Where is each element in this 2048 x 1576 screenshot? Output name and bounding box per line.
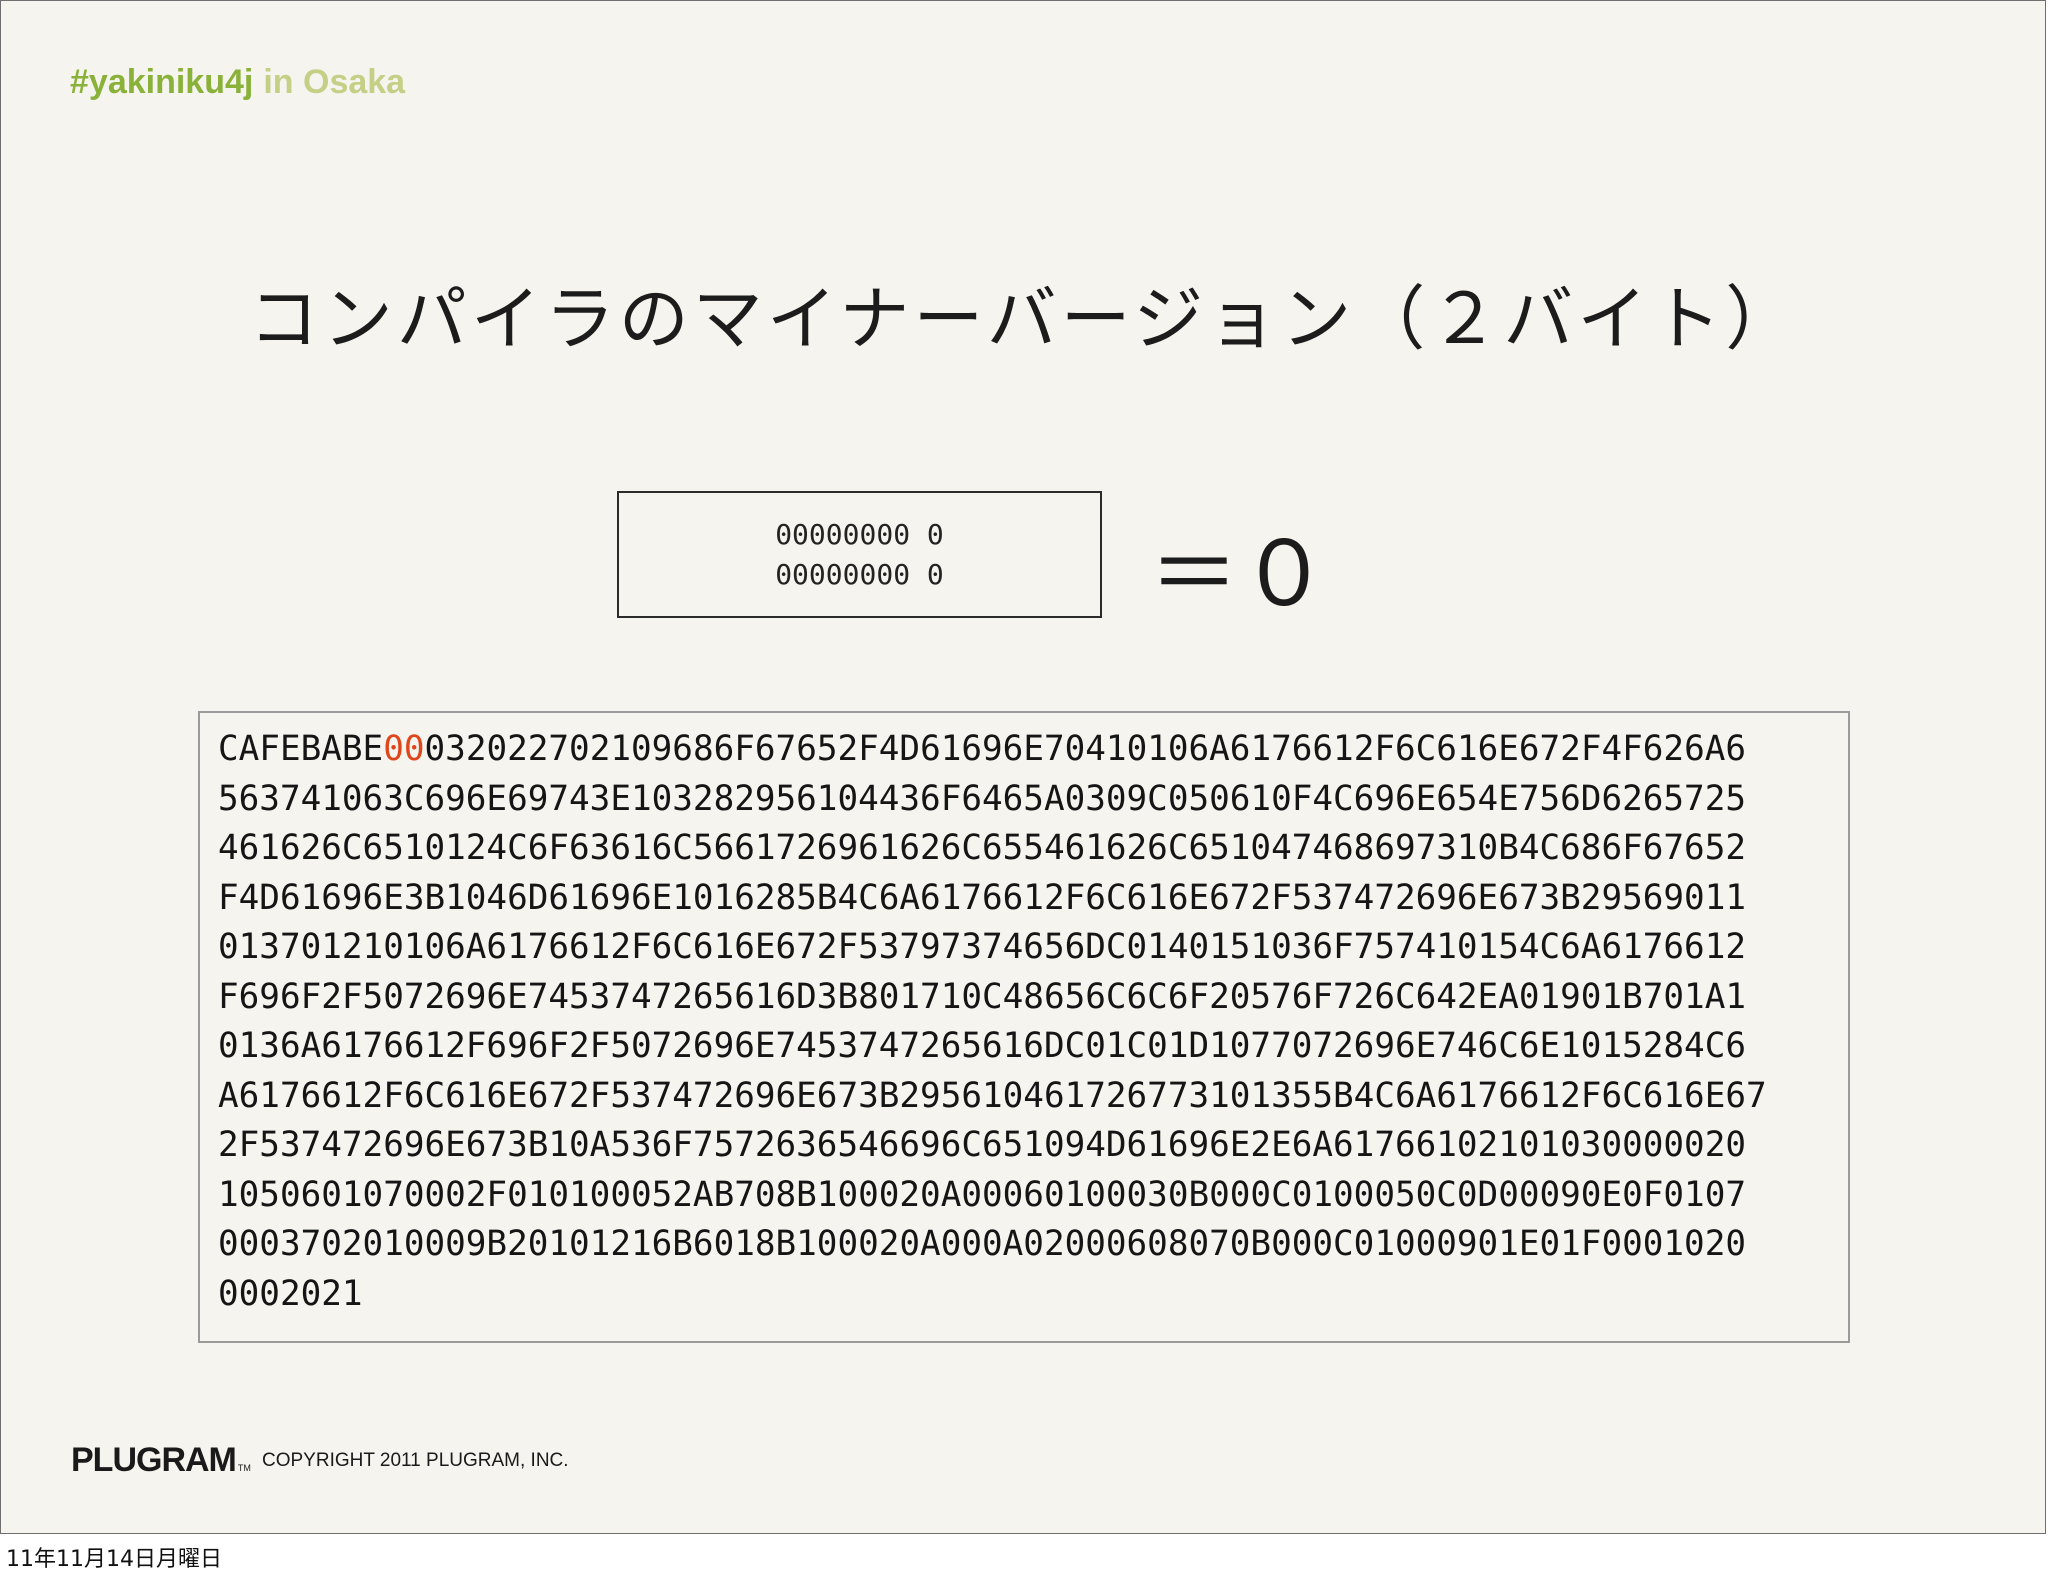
hex-dump-box: CAFEBABE00032022702109686F67652F4D61696E… [198, 711, 1850, 1343]
hex-line: 1050601070002F010100052AB708B100020A0006… [218, 1174, 1746, 1215]
slide-title: コンパイラのマイナーバージョン（２バイト） [248, 278, 1800, 360]
hex-line: CAFEBABE00032022702109686F67652F4D61696E… [218, 725, 1848, 775]
byte-value-box: 00000000 0 00000000 0 [617, 491, 1102, 618]
hex-line: F696F2F5072696E7453747265616D3B801710C48… [218, 976, 1746, 1017]
hex-line: F4D61696E3B1046D61696E1016285B4C6A617661… [218, 877, 1746, 918]
hex-line: 013701210106A6176612F6C616E672F537973746… [218, 927, 1746, 967]
hex-rest: 032022702109686F67652F4D61696E70410106A6… [424, 729, 1747, 769]
hex-line: 0003702010009B20101216B6018B100020A000A0… [218, 1224, 1746, 1264]
hex-line: 2F537472696E673B10A536F7572636546696C651… [218, 1125, 1746, 1165]
hex-line: 563741063C696E69743E103282956104436F6465… [218, 778, 1746, 819]
hex-line: 461626C6510124C6F63616C5661726961626C655… [218, 828, 1746, 868]
hex-prefix: CAFEBABE [218, 729, 384, 769]
hex-highlight: 00 [383, 729, 425, 769]
hashtag-text: #yakiniku4j [70, 63, 254, 101]
copyright-text: COPYRIGHT 2011 PLUGRAM, INC. [262, 1450, 569, 1471]
hex-line: 0002021 [218, 1273, 363, 1314]
logo-text: PLUGRAM [71, 1441, 237, 1479]
trademark-mark: TM [237, 1463, 251, 1473]
result-value: ＝０ [1149, 522, 1329, 627]
location-text: in Osaka [263, 63, 406, 101]
slide: #yakiniku4j in Osaka コンパイラのマイナーバージョン（２バイト… [0, 0, 2046, 1534]
byte-row-1: 00000000 0 [775, 517, 944, 551]
event-hashtag: #yakiniku4j in Osaka [70, 63, 405, 102]
print-datestamp: 11年11月14日月曜日 [6, 1547, 222, 1572]
hex-line: 0136A6176612F696F2F5072696E7453747265616… [218, 1026, 1746, 1066]
hex-line: A6176612F6C616E672F537472696E673B2956104… [218, 1075, 1767, 1116]
byte-row-2: 00000000 0 [775, 557, 944, 591]
plugram-logo: PLUGRAM TM [71, 1441, 251, 1480]
